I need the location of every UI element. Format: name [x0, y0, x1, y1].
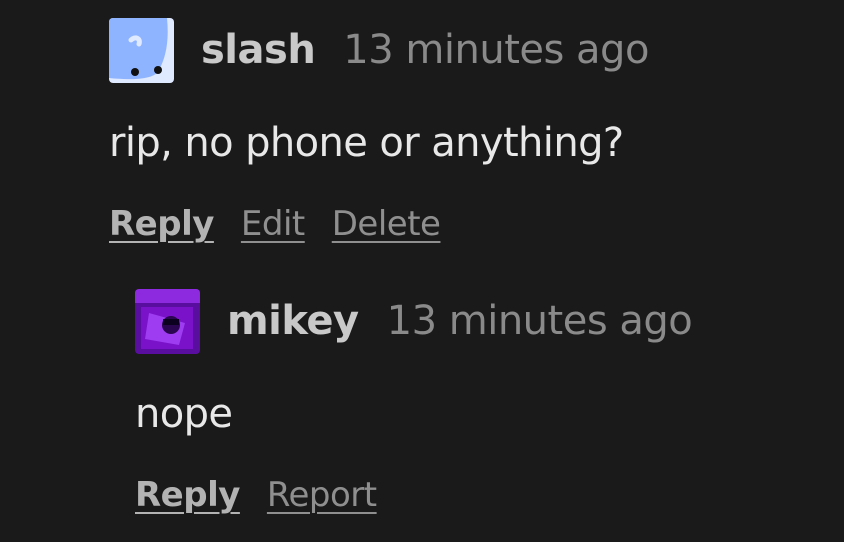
reply-link[interactable]: Reply [109, 207, 214, 241]
username[interactable]: slash [201, 30, 316, 70]
edit-link[interactable]: Edit [241, 207, 305, 241]
username[interactable]: mikey [227, 301, 359, 341]
avatar[interactable] [109, 17, 174, 83]
delete-link[interactable]: Delete [332, 207, 441, 241]
avatar[interactable] [135, 288, 200, 354]
timestamp: 13 minutes ago [343, 27, 649, 73]
avatar-mikey-icon [135, 288, 200, 354]
avatar-slash-icon [109, 17, 174, 83]
timestamp: 13 minutes ago [386, 298, 693, 344]
comment-header: slash 13 minutes ago [109, 17, 649, 83]
comment-text: rip, no phone or anything? [109, 120, 624, 166]
comment-actions: Reply Edit Delete [109, 207, 649, 241]
comment-actions: Reply Report [135, 478, 692, 512]
report-link[interactable]: Report [267, 478, 377, 512]
comment-text: nope [135, 391, 233, 437]
reply-link[interactable]: Reply [135, 478, 240, 512]
comment-slash: slash 13 minutes ago rip, no phone or an… [109, 17, 649, 241]
comment-header: mikey 13 minutes ago [135, 288, 693, 354]
comment-mikey: mikey 13 minutes ago nope Reply Report [135, 288, 693, 512]
